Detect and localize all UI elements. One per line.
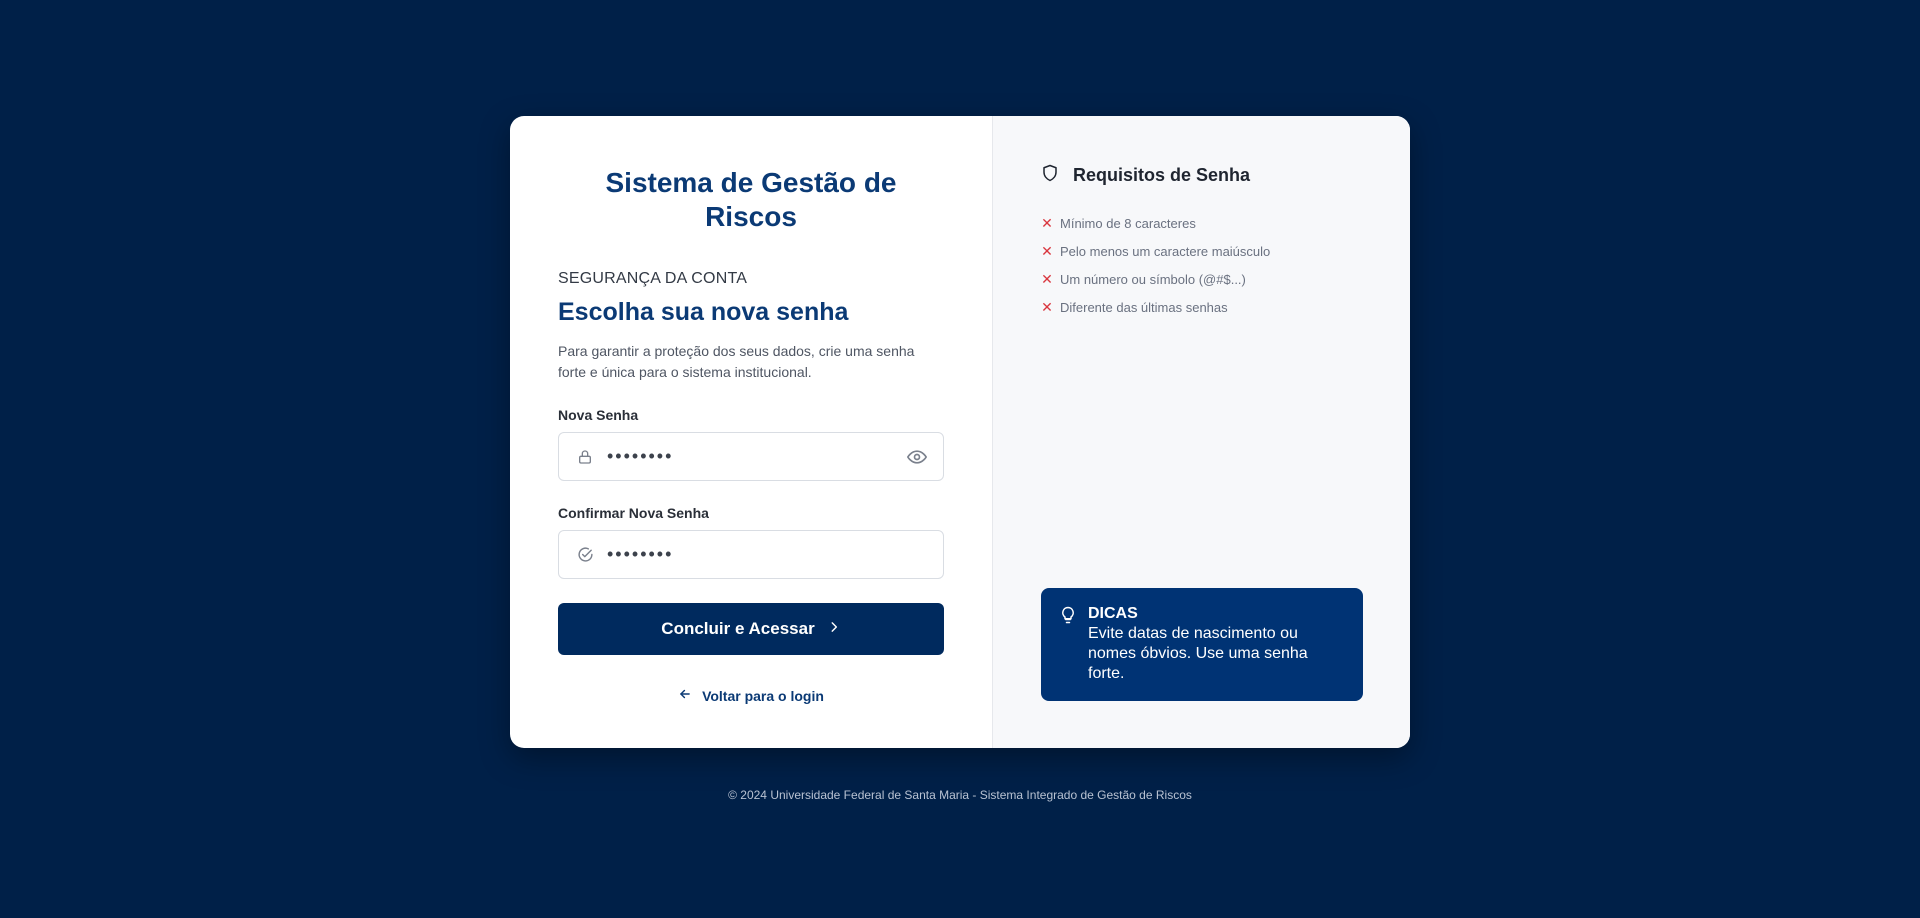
confirm-password-field[interactable]: •••••••• <box>558 530 944 579</box>
tips-text: Evite datas de nascimento ou nomes óbvio… <box>1088 625 1308 682</box>
check-circle-icon <box>575 545 595 565</box>
submit-button-label: Concluir e Acessar <box>661 619 815 638</box>
requirements-panel: Requisitos de Senha ✕ Mínimo de 8 caract… <box>992 116 1410 748</box>
requirement-item: ✕ Mínimo de 8 caracteres <box>1041 209 1362 237</box>
footer-copyright: © 2024 Universidade Federal de Santa Mar… <box>728 788 1192 802</box>
form-description: Para garantir a proteção dos seus dados,… <box>558 343 915 380</box>
app-title: Sistema de Gestão de Riscos <box>605 167 897 232</box>
form-heading: Escolha sua nova senha <box>558 298 849 326</box>
requirements-list: ✕ Mínimo de 8 caracteres ✕ Pelo menos um… <box>1041 209 1362 321</box>
arrow-left-icon <box>678 687 692 704</box>
chevron-right-icon <box>827 619 841 639</box>
shield-icon <box>1041 164 1059 187</box>
section-eyebrow: SEGURANÇA DA CONTA <box>558 270 748 287</box>
confirm-password-label: Confirmar Nova Senha <box>558 505 709 521</box>
x-icon: ✕ <box>1041 242 1053 259</box>
x-icon: ✕ <box>1041 298 1053 315</box>
x-icon: ✕ <box>1041 270 1053 287</box>
x-icon: ✕ <box>1041 214 1053 231</box>
new-password-input[interactable]: •••••••• <box>607 446 907 467</box>
requirement-item: ✕ Pelo menos um caractere maiúsculo <box>1041 237 1362 265</box>
lock-icon <box>575 447 595 467</box>
tips-title: DICAS <box>1088 605 1138 622</box>
back-to-login-link[interactable]: Voltar para o login <box>558 687 944 704</box>
requirement-text: Diferente das últimas senhas <box>1060 299 1228 315</box>
eye-icon[interactable] <box>907 447 927 467</box>
requirement-text: Mínimo de 8 caracteres <box>1060 215 1196 231</box>
requirements-title: Requisitos de Senha <box>1073 165 1251 185</box>
requirement-text: Pelo menos um caractere maiúsculo <box>1060 243 1271 259</box>
tips-content: DICAS Evite datas de nascimento ou nomes… <box>1088 605 1345 701</box>
form-panel: Sistema de Gestão de Riscos SEGURANÇA DA… <box>510 116 992 748</box>
requirement-item: ✕ Um número ou símbolo (@#$...) <box>1041 265 1362 293</box>
submit-button[interactable]: Concluir e Acessar <box>558 603 944 655</box>
requirement-text: Um número ou símbolo (@#$...) <box>1060 271 1246 287</box>
password-reset-card: Sistema de Gestão de Riscos SEGURANÇA DA… <box>510 116 1410 748</box>
new-password-field[interactable]: •••••••• <box>558 432 944 481</box>
confirm-password-input[interactable]: •••••••• <box>607 544 927 565</box>
lightbulb-icon <box>1059 605 1077 701</box>
requirements-header: Requisitos de Senha <box>1041 164 1362 187</box>
new-password-label: Nova Senha <box>558 407 639 423</box>
requirement-item: ✕ Diferente das últimas senhas <box>1041 293 1362 321</box>
back-link-label: Voltar para o login <box>702 687 824 704</box>
tips-box: DICAS Evite datas de nascimento ou nomes… <box>1041 588 1363 701</box>
